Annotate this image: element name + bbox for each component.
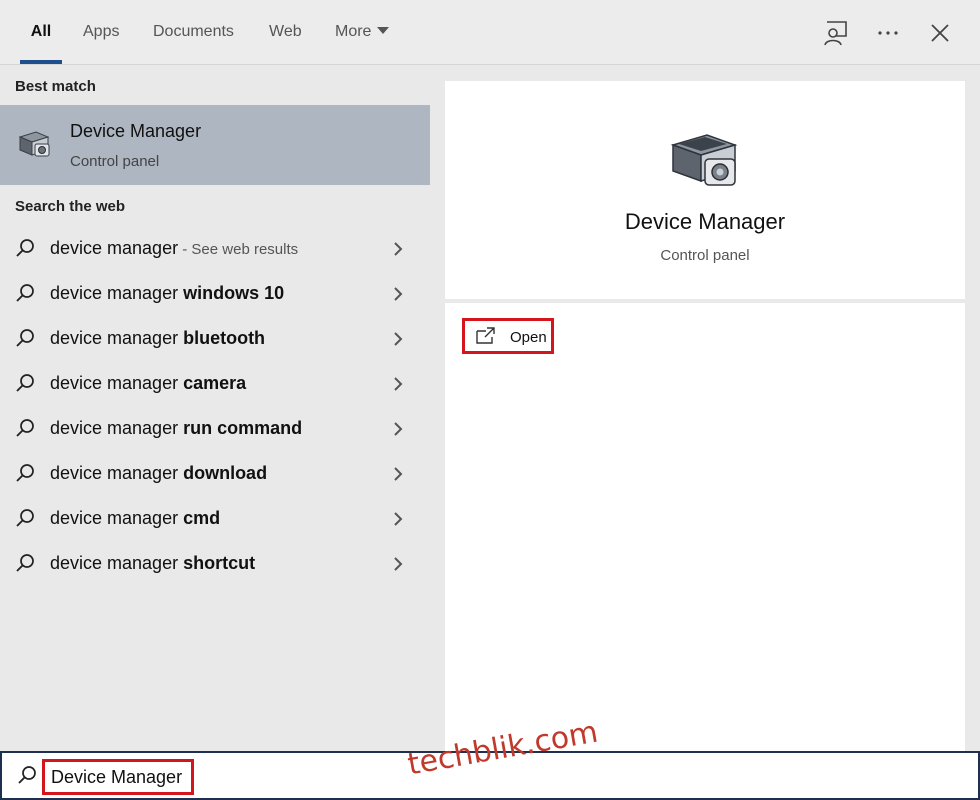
device-manager-icon (18, 131, 50, 157)
tab-more-label: More (335, 23, 372, 40)
detail-pane: Device Manager Control panel Open (430, 65, 980, 751)
tab-web[interactable]: Web (269, 0, 302, 64)
web-result-label: device manager run command (50, 418, 303, 438)
search-icon (16, 239, 34, 257)
search-icon (16, 419, 34, 437)
feedback-icon[interactable] (821, 18, 851, 48)
web-result-label: device manager download (50, 463, 268, 483)
web-result-label: device manager bluetooth (50, 328, 266, 348)
web-result-item[interactable]: device manager bluetooth (0, 316, 430, 361)
chevron-right-icon (394, 422, 403, 436)
search-icon (16, 374, 34, 392)
web-result-item[interactable]: device manager download (0, 451, 430, 496)
best-match-item[interactable]: Device Manager Control panel (0, 105, 430, 185)
open-button[interactable]: Open (462, 318, 554, 354)
search-scope-tabs: All Apps Documents Web More (0, 0, 980, 65)
web-result-label: device manager camera (50, 373, 247, 393)
search-input[interactable] (42, 759, 194, 795)
best-match-title: Device Manager (70, 121, 202, 141)
open-external-icon (476, 327, 495, 344)
detail-title: Device Manager (624, 209, 786, 234)
detail-subtitle: Control panel (660, 247, 750, 264)
web-result-item[interactable]: device manager - See web results (0, 226, 430, 271)
chevron-right-icon (394, 512, 403, 526)
search-icon (16, 284, 34, 302)
web-result-label: device manager - See web results (50, 238, 299, 258)
detail-card: Device Manager Control panel (445, 81, 965, 299)
search-icon (16, 554, 34, 572)
chevron-right-icon (394, 287, 403, 301)
results-pane: Best match Device Manager Control panel … (0, 65, 430, 751)
search-icon (16, 464, 34, 482)
web-result-label: device manager windows 10 (50, 283, 285, 303)
tab-apps[interactable]: Apps (83, 0, 119, 64)
web-result-item[interactable]: device manager cmd (0, 496, 430, 541)
actions-card (445, 303, 965, 751)
web-result-item[interactable]: device manager camera (0, 361, 430, 406)
web-result-item[interactable]: device manager windows 10 (0, 271, 430, 316)
search-icon (18, 766, 36, 784)
chevron-right-icon (394, 242, 403, 256)
best-match-subtitle: Control panel (70, 153, 160, 170)
web-result-item[interactable]: device manager run command (0, 406, 430, 451)
search-web-header: Search the web (15, 198, 126, 215)
tab-documents[interactable]: Documents (153, 0, 234, 64)
search-icon (16, 509, 34, 527)
best-match-header: Best match (15, 78, 96, 95)
chevron-right-icon (394, 467, 403, 481)
web-result-label: device manager shortcut (50, 553, 256, 573)
search-icon (16, 329, 34, 347)
chevron-right-icon (394, 557, 403, 571)
more-options-icon[interactable] (873, 18, 903, 48)
web-result-item[interactable]: device manager shortcut (0, 541, 430, 586)
close-icon[interactable] (925, 18, 955, 48)
web-result-label: device manager cmd (50, 508, 221, 528)
chevron-right-icon (394, 332, 403, 346)
device-manager-icon (670, 134, 738, 186)
tab-more[interactable]: More (335, 0, 390, 64)
chevron-right-icon (394, 377, 403, 391)
tab-all[interactable]: All (20, 0, 62, 64)
chevron-down-icon (377, 27, 390, 35)
open-button-label: Open (510, 329, 547, 346)
